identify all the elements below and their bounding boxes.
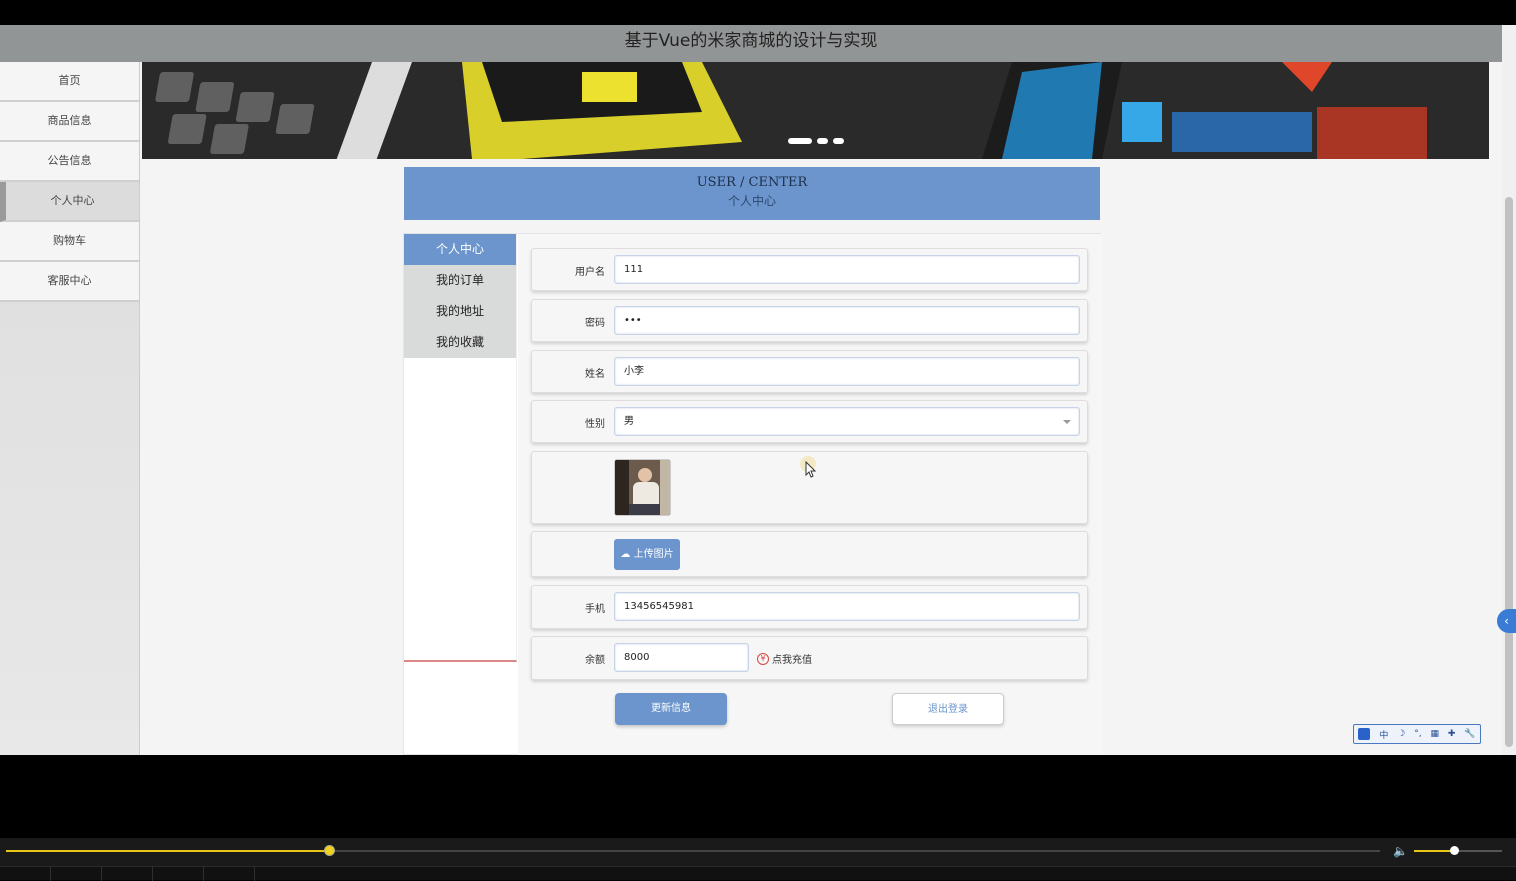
sidebar-item-products[interactable]: 商品信息 (0, 102, 139, 142)
toolbar-cell[interactable] (102, 867, 153, 881)
form-row-phone: 手机 13456545981 (531, 585, 1088, 629)
password-label: 密码 (585, 318, 605, 329)
ime-plus-icon[interactable]: ✚ (1448, 729, 1456, 739)
chevron-down-icon (1063, 420, 1071, 424)
seek-bar[interactable] (6, 845, 1380, 856)
sidebar: 首页 商品信息 公告信息 个人中心 购物车 客服中心 (0, 62, 140, 755)
ime-punct-icon[interactable]: °, (1414, 729, 1421, 739)
seek-bar-fill (6, 850, 329, 852)
carousel-indicators (788, 138, 844, 144)
volume-icon[interactable]: 🔈 (1393, 844, 1408, 858)
ime-settings-icon[interactable]: 🔧 (1464, 729, 1475, 739)
password-input[interactable]: ••• (614, 306, 1080, 335)
balance-label: 余额 (585, 655, 605, 666)
toolbar-cell[interactable] (153, 867, 204, 881)
name-label: 姓名 (585, 369, 605, 380)
carousel-dot[interactable] (817, 138, 828, 144)
form-row-name: 姓名 小李 (531, 350, 1088, 393)
video-player-controls: 🔈 (0, 838, 1516, 881)
volume-slider[interactable] (1414, 846, 1502, 855)
upload-button-label: 上传图片 (633, 549, 674, 560)
banner-image (142, 62, 1489, 159)
user-center-subnav: 个人中心 我的订单 我的地址 我的收藏 (404, 234, 517, 662)
yen-icon: ¥ (757, 652, 769, 665)
user-center-title-cn: 个人中心 (727, 194, 776, 208)
seek-bar-handle[interactable] (323, 845, 335, 856)
user-center-header: USER / CENTER 个人中心 (404, 167, 1100, 220)
sidebar-item-cart[interactable]: 购物车 (0, 222, 139, 262)
user-center-title-en: USER / CENTER (696, 175, 808, 190)
ime-moon-icon[interactable]: ☽ (1397, 729, 1405, 739)
form-row-password: 密码 ••• (531, 299, 1088, 342)
subnav-item-addresses[interactable]: 我的地址 (404, 296, 516, 327)
page-scrollbar[interactable] (1502, 25, 1516, 755)
site-title: 基于Vue的米家商城的设计与实现 (0, 25, 1502, 62)
user-center-panel: 个人中心 我的订单 我的地址 我的收藏 用户名 111 密码 ••• 姓名 小李… (403, 233, 1102, 755)
volume-slider-fill (1414, 850, 1454, 852)
sidebar-item-user-center[interactable]: 个人中心 (0, 182, 139, 222)
cloud-upload-icon: ☁ (620, 549, 631, 560)
username-input[interactable]: 111 (614, 255, 1080, 284)
gender-selected-value: 男 (624, 416, 634, 427)
toolbar-cell[interactable] (204, 867, 255, 881)
upload-image-button[interactable]: ☁ 上传图片 (614, 539, 680, 570)
browser-viewport: 基于Vue的米家商城的设计与实现 首页 商品信息 公告信息 个人中心 购物车 客… (0, 25, 1502, 755)
sidebar-item-customer-service[interactable]: 客服中心 (0, 262, 139, 302)
banner-carousel[interactable] (142, 62, 1489, 159)
name-input[interactable]: 小李 (614, 357, 1080, 386)
carousel-dot[interactable] (833, 138, 844, 144)
scrollbar-thumb[interactable] (1505, 197, 1513, 747)
ime-logo-icon (1358, 728, 1371, 740)
player-toolbar-strip (0, 866, 1516, 881)
recharge-label: 点我充值 (772, 655, 812, 666)
gender-select[interactable]: 男 (614, 407, 1080, 436)
carousel-dot[interactable] (788, 138, 812, 144)
subnav-item-profile[interactable]: 个人中心 (404, 234, 516, 265)
sidebar-item-home[interactable]: 首页 (0, 62, 139, 102)
logout-button[interactable]: 退出登录 (892, 693, 1004, 725)
recharge-link[interactable]: ¥ 点我充值 (757, 651, 812, 666)
username-label: 用户名 (575, 267, 605, 278)
phone-label: 手机 (585, 604, 605, 615)
subnav-item-favorites[interactable]: 我的收藏 (404, 327, 516, 358)
ime-toolbar[interactable]: 中 ☽ °, ▦ ✚ 🔧 (1353, 724, 1481, 744)
phone-input[interactable]: 13456545981 (614, 592, 1080, 621)
avatar (614, 459, 671, 516)
chevron-left-icon[interactable]: ‹ (1497, 609, 1516, 633)
sidebar-item-announcements[interactable]: 公告信息 (0, 142, 139, 182)
toolbar-cell[interactable] (0, 867, 51, 881)
volume-slider-handle[interactable] (1449, 846, 1459, 855)
subnav-item-orders[interactable]: 我的订单 (404, 265, 516, 296)
update-info-button[interactable]: 更新信息 (615, 693, 727, 725)
form-row-upload: ☁ 上传图片 (531, 531, 1088, 577)
form-row-balance: 余额 8000 ¥ 点我充值 (531, 636, 1088, 680)
gender-label: 性别 (585, 419, 605, 430)
ime-keyboard-icon[interactable]: ▦ (1430, 729, 1439, 739)
form-row-gender: 性别 男 (531, 400, 1088, 443)
ime-mode-icon[interactable]: 中 (1379, 728, 1388, 741)
toolbar-cell[interactable] (51, 867, 102, 881)
balance-input[interactable]: 8000 (614, 643, 749, 672)
profile-form: 用户名 111 密码 ••• 姓名 小李 性别 男 ☁ 上传图片 手机 1345… (518, 234, 1102, 755)
form-row-username: 用户名 111 (531, 248, 1088, 291)
